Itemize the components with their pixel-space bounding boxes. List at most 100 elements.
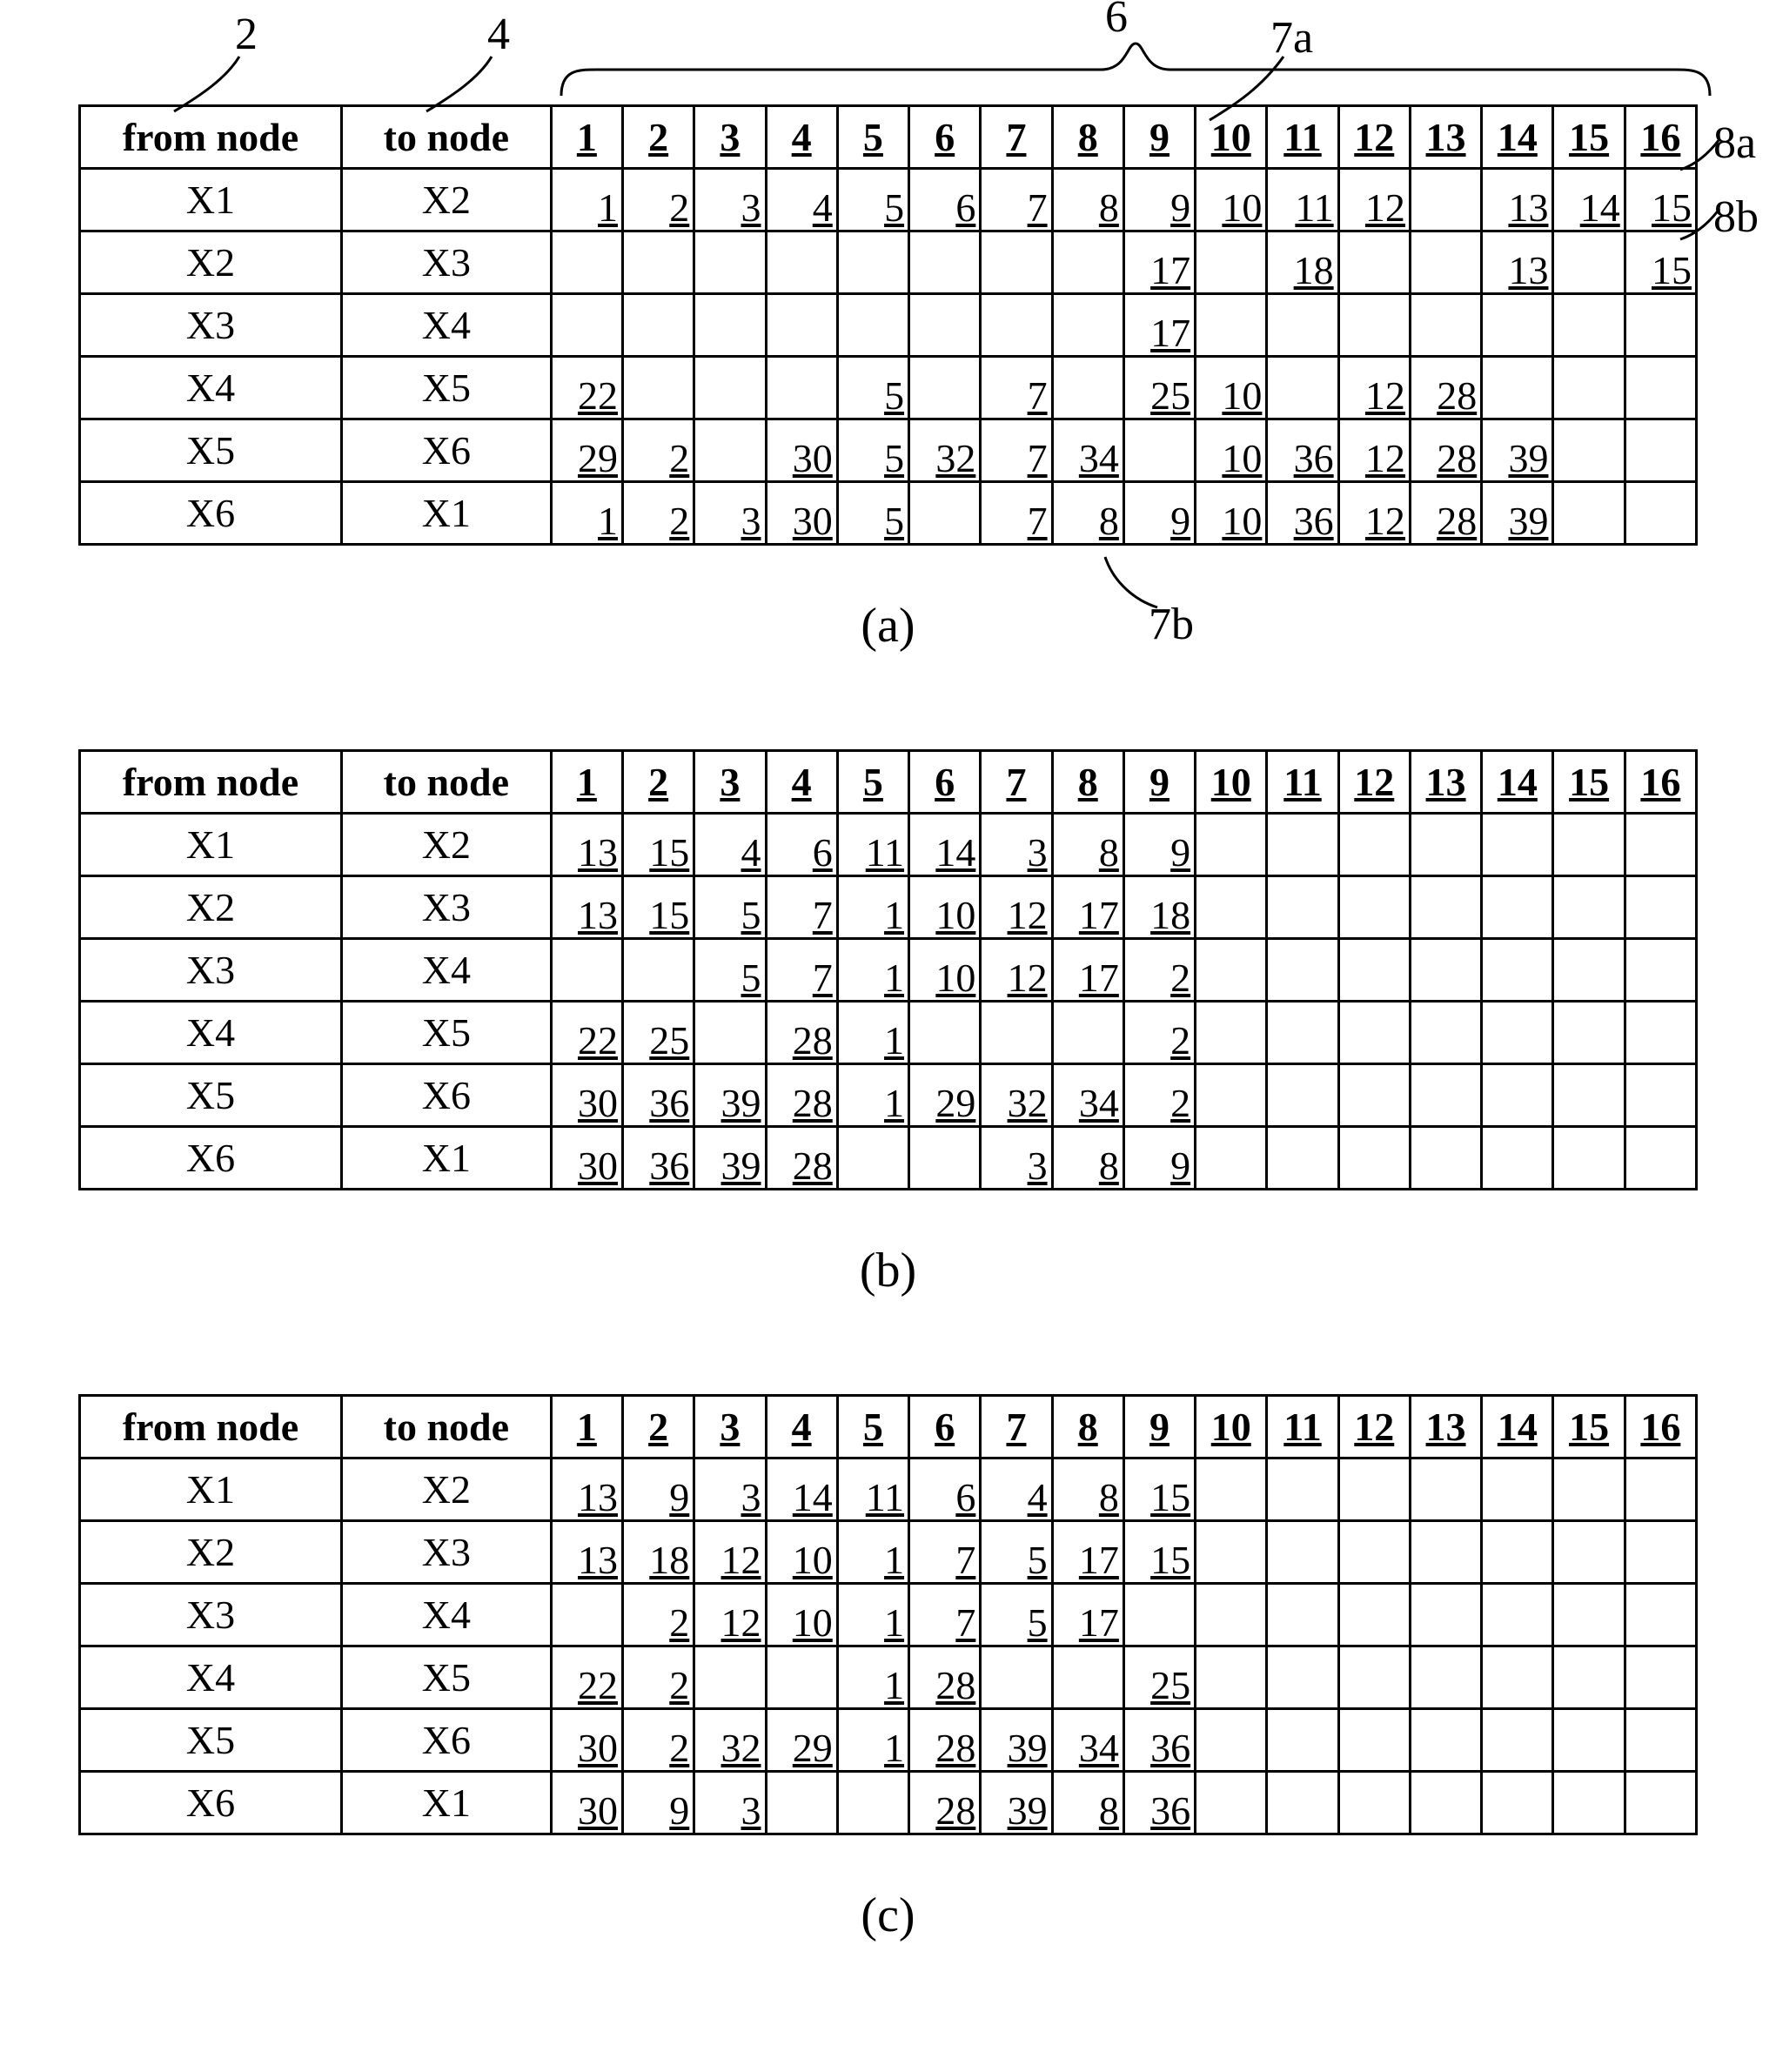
slot-cell bbox=[909, 1127, 981, 1190]
routing-table-a: from node to node 1 2 3 4 5 6 7 8 9 10 1… bbox=[78, 104, 1698, 546]
slot-cell: 12 bbox=[1338, 169, 1410, 231]
slot-cell bbox=[1553, 876, 1625, 939]
slot-cell bbox=[1553, 231, 1625, 294]
slot-cell bbox=[1338, 814, 1410, 876]
slot-cell bbox=[1625, 1002, 1696, 1064]
to-node-cell: X6 bbox=[341, 1709, 551, 1772]
slot-cell bbox=[1196, 231, 1267, 294]
slot-cell bbox=[1553, 1064, 1625, 1127]
to-node-cell: X3 bbox=[341, 231, 551, 294]
slot-cell bbox=[1267, 1709, 1338, 1772]
slot-cell: 10 bbox=[1196, 482, 1267, 545]
slot-cell: 13 bbox=[551, 1458, 622, 1521]
slot-cell bbox=[1625, 419, 1696, 482]
slot-cell bbox=[1625, 939, 1696, 1002]
slot-cell bbox=[1625, 1127, 1696, 1190]
to-node-cell: X5 bbox=[341, 357, 551, 419]
slot-header: 15 bbox=[1553, 106, 1625, 169]
slot-cell: 12 bbox=[694, 1584, 766, 1646]
slot-cell: 17 bbox=[1123, 294, 1195, 357]
to-node-cell: X2 bbox=[341, 169, 551, 231]
slot-cell: 2 bbox=[623, 1646, 694, 1709]
slot-cell: 28 bbox=[766, 1064, 837, 1127]
slot-cell bbox=[1553, 1521, 1625, 1584]
slot-header: 15 bbox=[1553, 1396, 1625, 1458]
slot-header: 9 bbox=[1123, 106, 1195, 169]
routing-table-c: from node to node 1 2 3 4 5 6 7 8 9 10 1… bbox=[78, 1394, 1698, 1835]
slot-header: 5 bbox=[837, 751, 908, 814]
slot-cell: 34 bbox=[1052, 1709, 1123, 1772]
slot-cell: 1 bbox=[837, 1521, 908, 1584]
slot-cell: 36 bbox=[1267, 482, 1338, 545]
slot-cell bbox=[1553, 1709, 1625, 1772]
slot-cell bbox=[1482, 814, 1553, 876]
slot-cell bbox=[1267, 1127, 1338, 1190]
slot-header: 4 bbox=[766, 1396, 837, 1458]
slot-cell: 4 bbox=[981, 1458, 1052, 1521]
slot-cell bbox=[1123, 419, 1195, 482]
to-node-cell: X3 bbox=[341, 876, 551, 939]
slot-header: 10 bbox=[1196, 106, 1267, 169]
slot-cell: 5 bbox=[837, 482, 908, 545]
slot-cell bbox=[1410, 814, 1481, 876]
caption-c: (c) bbox=[78, 1888, 1698, 1943]
slot-cell bbox=[694, 1002, 766, 1064]
slot-cell bbox=[1196, 1458, 1267, 1521]
slot-cell: 39 bbox=[1482, 482, 1553, 545]
slot-cell: 14 bbox=[909, 814, 981, 876]
slot-cell: 9 bbox=[1123, 1127, 1195, 1190]
slot-cell: 5 bbox=[837, 169, 908, 231]
slot-cell: 29 bbox=[909, 1064, 981, 1127]
slot-header: 7 bbox=[981, 751, 1052, 814]
to-node-cell: X5 bbox=[341, 1002, 551, 1064]
to-node-cell: X5 bbox=[341, 1646, 551, 1709]
slot-cell bbox=[1625, 1521, 1696, 1584]
table-row: X1X21315461114389 bbox=[80, 814, 1697, 876]
slot-header: 2 bbox=[623, 106, 694, 169]
slot-cell bbox=[1410, 1772, 1481, 1834]
slot-cell bbox=[1482, 1002, 1553, 1064]
slot-cell: 2 bbox=[623, 419, 694, 482]
from-node-cell: X3 bbox=[80, 1584, 342, 1646]
from-node-cell: X4 bbox=[80, 1646, 342, 1709]
slot-cell bbox=[1052, 357, 1123, 419]
slot-header: 6 bbox=[909, 751, 981, 814]
slot-header: 7 bbox=[981, 1396, 1052, 1458]
slot-cell: 3 bbox=[694, 1458, 766, 1521]
slot-cell bbox=[1410, 1584, 1481, 1646]
from-node-cell: X6 bbox=[80, 1127, 342, 1190]
slot-cell bbox=[1553, 1127, 1625, 1190]
slot-cell: 15 bbox=[1625, 169, 1696, 231]
slot-cell: 11 bbox=[837, 814, 908, 876]
col-header-to: to node bbox=[341, 1396, 551, 1458]
slot-cell: 12 bbox=[694, 1521, 766, 1584]
slot-cell bbox=[1553, 482, 1625, 545]
slot-cell bbox=[1338, 1646, 1410, 1709]
slot-cell: 6 bbox=[909, 1458, 981, 1521]
slot-cell bbox=[1196, 1772, 1267, 1834]
slot-cell bbox=[837, 294, 908, 357]
slot-header: 6 bbox=[909, 1396, 981, 1458]
slot-cell: 32 bbox=[909, 419, 981, 482]
slot-cell: 30 bbox=[551, 1064, 622, 1127]
slot-cell bbox=[981, 1002, 1052, 1064]
slot-cell: 12 bbox=[1338, 357, 1410, 419]
from-node-cell: X5 bbox=[80, 419, 342, 482]
callout-label-8b: 8b bbox=[1713, 191, 1759, 243]
slot-cell: 13 bbox=[551, 876, 622, 939]
from-node-cell: X5 bbox=[80, 1709, 342, 1772]
slot-cell bbox=[1482, 1646, 1553, 1709]
slot-cell bbox=[1482, 939, 1553, 1002]
caption-a: (a) bbox=[78, 598, 1698, 654]
to-node-cell: X1 bbox=[341, 1127, 551, 1190]
slot-cell: 15 bbox=[623, 814, 694, 876]
slot-cell bbox=[1196, 1127, 1267, 1190]
annotations-top: 2 4 7a 6 bbox=[78, 9, 1698, 104]
slot-cell bbox=[1338, 1521, 1410, 1584]
slot-cell bbox=[1553, 1584, 1625, 1646]
slot-cell bbox=[1196, 814, 1267, 876]
slot-header: 2 bbox=[623, 1396, 694, 1458]
slot-cell bbox=[766, 1772, 837, 1834]
from-node-cell: X5 bbox=[80, 1064, 342, 1127]
callout-label-2: 2 bbox=[235, 9, 258, 60]
